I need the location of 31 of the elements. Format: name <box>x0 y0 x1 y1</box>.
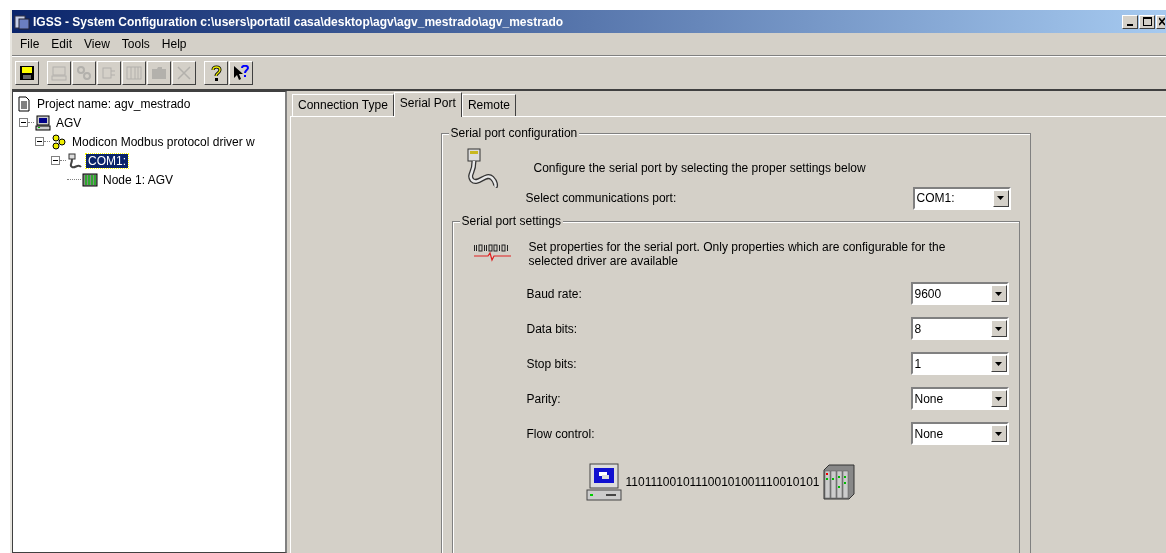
menu-item[interactable]: Tools <box>115 37 156 51</box>
field-label: Flow control: <box>526 426 595 441</box>
field-label: Stop bits: <box>526 356 577 371</box>
tree-item[interactable]: Project name: agv_mestrado <box>35 96 193 111</box>
dropdown[interactable]: 1 <box>910 352 1009 375</box>
tree-item[interactable]: AGV <box>54 115 84 130</box>
tree-item[interactable]: COM1: <box>86 153 128 168</box>
tree-item[interactable]: Modicon Modbus protocol driver w <box>70 134 257 149</box>
field-label: Data bits: <box>526 321 578 336</box>
menu-item[interactable]: Help <box>155 37 193 51</box>
tree-item[interactable]: Node 1: AGV <box>101 172 176 187</box>
menu-item[interactable]: File <box>14 37 46 51</box>
tab[interactable]: Serial Port <box>393 92 462 117</box>
dropdown[interactable]: None <box>910 387 1009 410</box>
group-title: Serial port configuration <box>448 126 580 140</box>
tab[interactable]: Remote <box>461 94 516 116</box>
menu-item[interactable]: Edit <box>45 37 79 51</box>
menu-item[interactable]: View <box>78 37 116 51</box>
dropdown[interactable]: 8 <box>910 317 1009 340</box>
description-text: Configure the serial port by selecting the proper settings below <box>533 161 866 175</box>
field-label: Baud rate: <box>526 286 582 301</box>
description-text: Set properties for the serial port. Only properties which are configurable for the selected driver are available <box>528 240 947 268</box>
bitstream-text: 110111001011100101001110010101 <box>625 475 820 489</box>
tab[interactable]: Connection Type <box>292 94 394 116</box>
dropdown[interactable]: 9600 <box>910 282 1009 305</box>
field-label: Select communications port: <box>525 191 677 205</box>
group-title: Serial port settings <box>459 214 563 228</box>
dropdown[interactable]: COM1: <box>912 186 1011 210</box>
dropdown[interactable]: None <box>910 422 1009 445</box>
window-title: IGSS - System Configuration c:\users\portatil casa\desktop\agv\agv_mestrado\agv_mestrado <box>33 14 565 29</box>
field-label: Parity: <box>526 391 561 406</box>
